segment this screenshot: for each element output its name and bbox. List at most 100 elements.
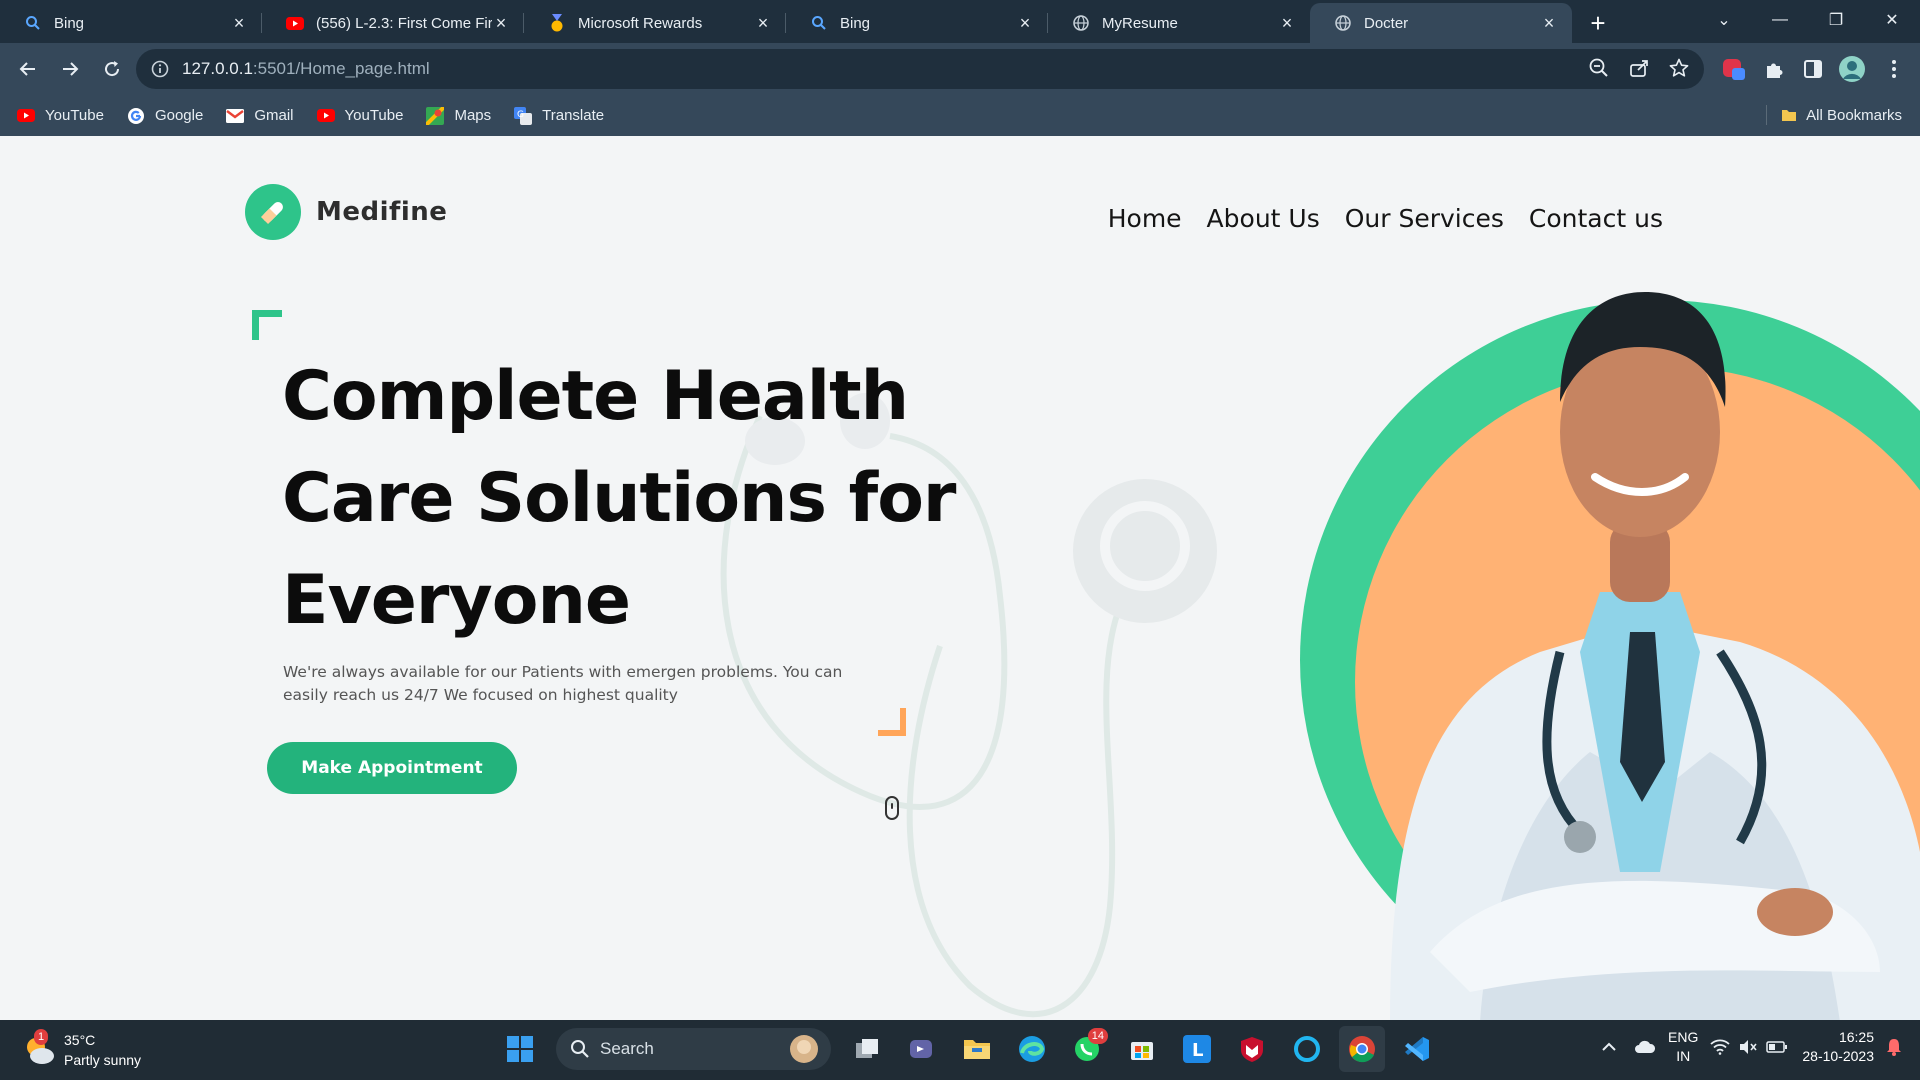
vscode-icon[interactable]	[1394, 1026, 1440, 1072]
share-icon[interactable]	[1628, 57, 1650, 79]
onedrive-cloud-icon[interactable]	[1634, 1040, 1656, 1054]
tab-title: (556) L-2.3: First Come First	[316, 14, 492, 32]
search-icon	[571, 1040, 589, 1058]
tab-myresume[interactable]: MyResume ×	[1048, 3, 1310, 43]
weather-temp: 35°C	[64, 1032, 96, 1048]
globe-icon	[1334, 14, 1352, 32]
notification-bell-icon[interactable]	[1886, 1038, 1902, 1056]
profile-avatar[interactable]	[1836, 53, 1868, 85]
bookmark-label: YouTube	[344, 107, 404, 124]
hero-subtitle-line: We're always available for our Patients …	[283, 663, 843, 681]
show-hidden-icons-chevron-icon[interactable]	[1602, 1042, 1616, 1052]
bookmark-translate[interactable]: G Translate	[513, 106, 604, 126]
scroll-mouse-icon[interactable]	[885, 796, 899, 820]
bookmark-youtube-2[interactable]: YouTube	[316, 106, 404, 126]
battery-icon[interactable]	[1766, 1040, 1788, 1054]
file-explorer-icon[interactable]	[954, 1026, 1000, 1072]
all-bookmarks-button[interactable]: All Bookmarks	[1766, 105, 1902, 125]
hero-subtitle-line: easily reach us 24/7 We focused on highe…	[283, 686, 678, 704]
zoom-out-icon[interactable]	[1588, 57, 1610, 79]
mcafee-icon[interactable]	[1229, 1026, 1275, 1072]
extension-red-icon[interactable]	[1718, 53, 1750, 85]
windows-logo-icon	[507, 1036, 533, 1062]
close-tab-icon[interactable]: ×	[1540, 13, 1558, 33]
forward-arrow-icon	[63, 62, 79, 76]
taskbar-search-box[interactable]: Search	[556, 1028, 831, 1070]
close-window-button[interactable]: ✕	[1864, 0, 1920, 40]
whatsapp-badge: 14	[1087, 1028, 1108, 1044]
weather-desc: Partly sunny	[64, 1052, 142, 1068]
bookmark-youtube[interactable]: YouTube	[16, 106, 104, 126]
gmail-icon	[225, 106, 245, 126]
close-tab-icon[interactable]: ×	[492, 13, 510, 33]
windows-taskbar: 1 35°C Partly sunny Search 14 L ENG IN 1…	[0, 1020, 1920, 1080]
bookmark-maps[interactable]: Maps	[425, 106, 491, 126]
tab-docter[interactable]: Docter ×	[1310, 3, 1572, 43]
nav-our-services[interactable]: Our Services	[1345, 204, 1504, 233]
tab-title: Bing	[840, 14, 871, 32]
clock[interactable]: 16:25 28-10-2023	[1802, 1028, 1874, 1066]
microsoft-store-icon[interactable]	[1119, 1026, 1165, 1072]
tab-strip: Bing × (556) L-2.3: First Come First × M…	[0, 0, 1920, 43]
teams-chat-icon[interactable]	[899, 1026, 945, 1072]
whatsapp-icon[interactable]: 14	[1064, 1026, 1110, 1072]
close-tab-icon[interactable]: ×	[754, 13, 772, 33]
edge-browser-icon[interactable]	[1009, 1026, 1055, 1072]
task-view-icon[interactable]	[844, 1026, 890, 1072]
tab-bing-1[interactable]: Bing ×	[0, 3, 262, 43]
hero-title: Complete Health Care Solutions for Every…	[282, 346, 982, 652]
nav-about-us[interactable]: About Us	[1207, 204, 1320, 233]
minimize-button[interactable]: —	[1752, 0, 1808, 40]
start-button[interactable]	[497, 1026, 543, 1072]
nav-home[interactable]: Home	[1108, 204, 1182, 233]
back-button[interactable]	[8, 49, 48, 89]
folder-icon	[1782, 110, 1797, 121]
site-logo[interactable]: Medifine	[245, 184, 447, 240]
language-line: ENG	[1668, 1029, 1699, 1045]
tab-bing-2[interactable]: Bing ×	[786, 3, 1048, 43]
weather-widget[interactable]: 1 35°C Partly sunny	[22, 1029, 142, 1070]
tab-search-chevron-icon[interactable]: ⌄	[1696, 0, 1752, 40]
side-panel-icon[interactable]	[1797, 53, 1829, 85]
youtube-icon	[286, 14, 304, 32]
weather-badge: 1	[34, 1029, 49, 1045]
wifi-icon[interactable]	[1710, 1039, 1730, 1055]
extensions-puzzle-icon[interactable]	[1758, 53, 1790, 85]
system-tray: ENG IN 16:25 28-10-2023	[1602, 1028, 1902, 1066]
bookmark-label: Maps	[454, 107, 492, 124]
bookmark-gmail[interactable]: Gmail	[225, 106, 294, 126]
site-info-icon[interactable]	[150, 59, 170, 79]
close-tab-icon[interactable]: ×	[230, 13, 248, 33]
language-indicator[interactable]: ENG IN	[1668, 1028, 1698, 1066]
back-arrow-icon	[19, 62, 35, 76]
tab-microsoft-rewards[interactable]: Microsoft Rewards ×	[524, 3, 786, 43]
close-tab-icon[interactable]: ×	[1278, 13, 1296, 33]
tab-title: Docter	[1364, 14, 1409, 32]
cortana-icon[interactable]	[1284, 1026, 1330, 1072]
hero-subtitle: We're always available for our Patients …	[283, 661, 883, 707]
new-tab-button[interactable]: +	[1578, 3, 1618, 43]
bookmark-label: YouTube	[45, 107, 104, 124]
main-nav: Home About Us Our Services Contact us	[1108, 204, 1663, 233]
forward-button[interactable]	[50, 49, 90, 89]
restore-button[interactable]: ❐	[1808, 0, 1864, 40]
bookmark-google[interactable]: Google	[126, 106, 203, 126]
bookmark-star-icon[interactable]	[1668, 57, 1690, 79]
make-appointment-button[interactable]: Make Appointment	[267, 742, 517, 794]
volume-muted-icon[interactable]	[1738, 1039, 1758, 1055]
nav-contact-us[interactable]: Contact us	[1529, 204, 1663, 233]
browser-menu-icon[interactable]	[1878, 53, 1910, 85]
youtube-icon	[316, 106, 336, 126]
globe-icon	[1072, 14, 1090, 32]
close-tab-icon[interactable]: ×	[1016, 13, 1034, 33]
address-bar[interactable]: 127.0.0.1:5501/Home_page.html	[136, 49, 1704, 89]
reload-button[interactable]	[92, 49, 132, 89]
hero-title-line: Everyone	[282, 561, 631, 640]
tab-youtube[interactable]: (556) L-2.3: First Come First ×	[262, 3, 524, 43]
google-icon	[126, 106, 146, 126]
chrome-icon[interactable]	[1339, 1026, 1385, 1072]
bing-search-icon	[24, 14, 42, 32]
l-app-icon[interactable]: L	[1174, 1026, 1220, 1072]
webpage: Medifine Home About Us Our Services Cont…	[0, 136, 1920, 1020]
bing-search-icon	[810, 14, 828, 32]
